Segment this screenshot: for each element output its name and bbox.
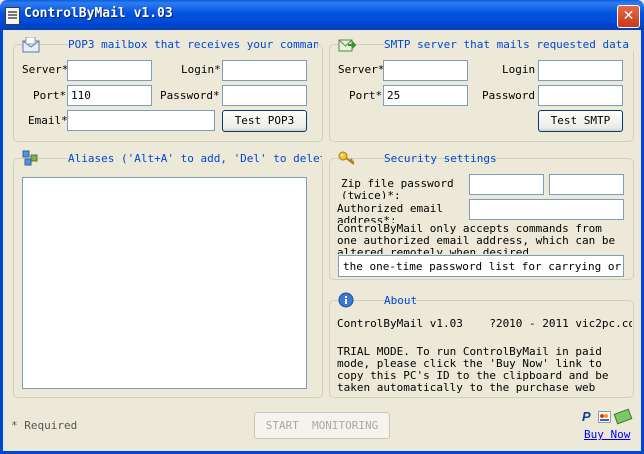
smtp-password-input[interactable] — [538, 85, 623, 106]
pop3-password-input[interactable] — [222, 85, 307, 106]
app-icon — [5, 7, 20, 25]
close-button[interactable]: ✕ — [617, 5, 640, 28]
smtp-password-label: Password — [482, 89, 535, 102]
buy-now-link[interactable]: Buy Now — [584, 428, 630, 441]
smtp-login-input[interactable] — [538, 60, 623, 81]
smtp-port-label: Port* — [349, 89, 383, 102]
pop3-server-label: Server* — [22, 63, 69, 76]
smtp-login-label: Login — [502, 63, 536, 76]
pop3-server-input[interactable] — [67, 60, 152, 81]
aliases-title: Aliases ('Alt+A' to add, 'Del' to delete… — [68, 152, 322, 165]
smtp-port-input[interactable]: 25 — [383, 85, 468, 106]
version-line: ControlByMail v1.03 ?2010 - 2011 vic2pc.… — [337, 318, 632, 330]
test-smtp-button[interactable]: Test SMTP — [538, 110, 623, 132]
pop3-login-input[interactable] — [222, 60, 307, 81]
zip-password-confirm-input[interactable] — [549, 174, 624, 195]
aliases-icon — [22, 150, 40, 166]
security-description: ControlByMail only accepts commands from… — [337, 223, 616, 254]
zip-password-input[interactable] — [469, 174, 544, 195]
pop3-email-label: Email* — [28, 114, 68, 127]
pop3-email-input[interactable] — [67, 110, 215, 131]
info-icon — [338, 292, 356, 308]
start-monitoring-button[interactable]: START MONITORING — [254, 412, 390, 439]
otp-list-field[interactable]: the one-time password list for carrying … — [338, 255, 624, 277]
smtp-title: SMTP server that mails requested data an… — [384, 38, 634, 51]
smtp-send-icon — [338, 37, 357, 53]
pop3-login-label: Login* — [181, 63, 221, 76]
test-pop3-button[interactable]: Test POP3 — [222, 110, 307, 132]
security-title: Security settings — [384, 152, 497, 165]
pop3-mail-icon — [22, 36, 40, 53]
zip-password-label: Zip file password (twice)*: — [341, 178, 454, 199]
window-title: ControlByMail v1.03 — [24, 6, 173, 21]
authorized-email-label: Authorized email address*: — [337, 203, 443, 223]
required-note: * Required — [11, 419, 78, 432]
authorized-email-input[interactable] — [469, 199, 624, 220]
title-bar: ControlByMail v1.03 ✕ — [0, 0, 644, 30]
trial-text: TRIAL MODE. To run ControlByMail in paid… — [337, 346, 609, 394]
aliases-list[interactable] — [22, 177, 307, 389]
pop3-port-label: Port* — [33, 89, 67, 102]
smtp-server-label: Server* — [338, 63, 385, 76]
pop3-port-input[interactable]: 110 — [67, 85, 152, 106]
credit-card-icon[interactable] — [598, 411, 611, 423]
pop3-title: POP3 mailbox that receives your commands — [68, 38, 318, 51]
paypal-icon[interactable]: P — [582, 410, 594, 424]
smtp-server-input[interactable] — [383, 60, 468, 81]
key-icon — [338, 150, 356, 166]
about-title: About — [384, 294, 418, 307]
pop3-password-label: Password* — [160, 89, 220, 102]
